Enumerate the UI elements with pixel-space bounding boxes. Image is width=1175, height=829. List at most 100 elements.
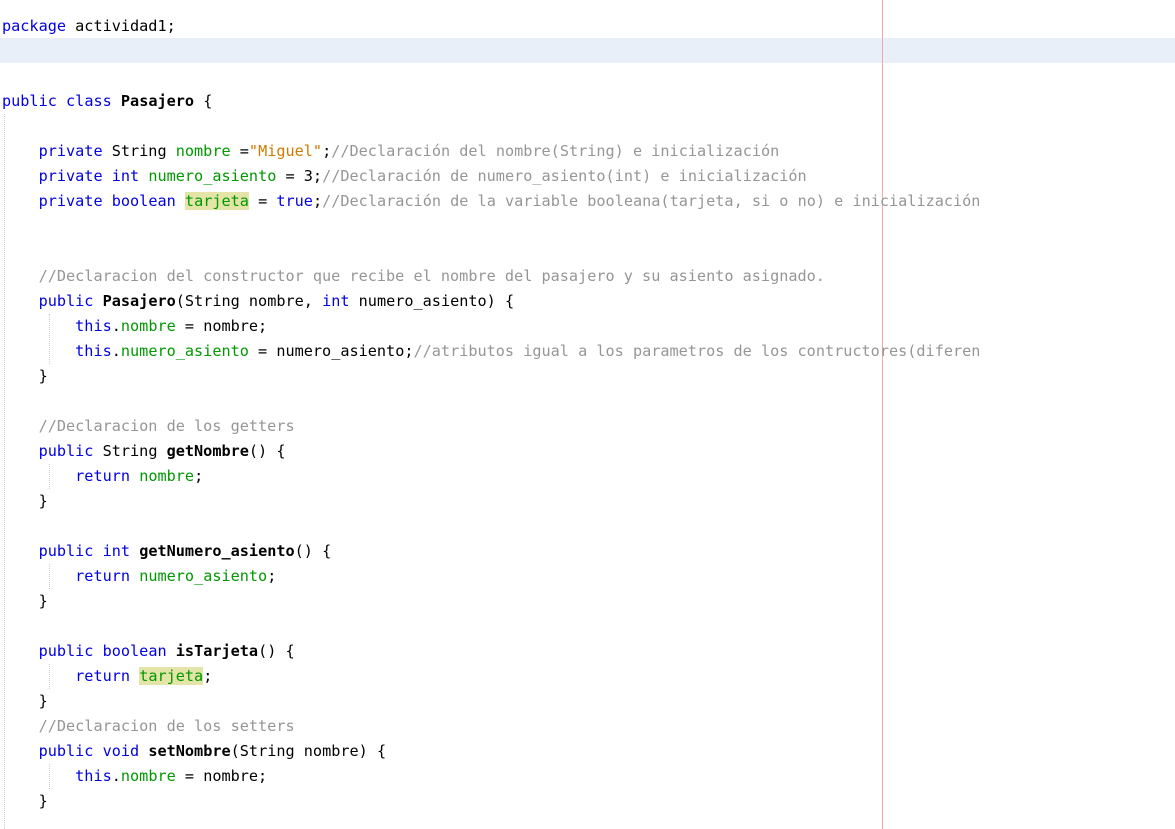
code-line[interactable]: public int getNumero_asiento() { bbox=[2, 539, 980, 564]
code-token: = numero_asiento; bbox=[248, 342, 414, 360]
code-token: //Declaración del nombre(String) e inici… bbox=[331, 142, 780, 160]
code-line[interactable]: //Declaracion del constructor que recibe… bbox=[2, 264, 980, 289]
code-token: numero_asiento) { bbox=[349, 292, 515, 310]
code-token: . bbox=[111, 342, 121, 360]
code-token: Pasajero bbox=[120, 92, 195, 110]
code-line[interactable]: package actividad1; bbox=[2, 14, 980, 39]
code-token: . bbox=[111, 317, 121, 335]
code-line[interactable]: public Pasajero(String nombre, int numer… bbox=[2, 289, 980, 314]
code-token: numero_asiento bbox=[148, 167, 277, 185]
code-token: = bbox=[230, 142, 249, 160]
code-token: private bbox=[38, 192, 103, 210]
code-token: getNombre bbox=[166, 442, 249, 460]
code-token: getNumero_asiento bbox=[139, 542, 295, 560]
code-token: public bbox=[38, 292, 94, 310]
code-line[interactable]: private int numero_asiento = 3;//Declara… bbox=[2, 164, 980, 189]
code-token: "Miguel" bbox=[248, 142, 323, 160]
code-line[interactable]: public String getNombre() { bbox=[2, 439, 980, 464]
code-line[interactable]: return nombre; bbox=[2, 464, 980, 489]
code-line[interactable]: return numero_asiento; bbox=[2, 564, 980, 589]
code-token: this bbox=[75, 342, 112, 360]
code-editor[interactable]: package actividad1; public class Pasajer… bbox=[0, 0, 1175, 829]
code-line[interactable] bbox=[2, 214, 980, 239]
code-token: void bbox=[102, 742, 140, 760]
code-token: public bbox=[38, 442, 94, 460]
code-token: private bbox=[38, 167, 103, 185]
code-line[interactable]: } bbox=[2, 589, 980, 614]
code-token: public bbox=[38, 542, 94, 560]
code-line[interactable] bbox=[2, 114, 980, 139]
code-token: = nombre; bbox=[175, 317, 268, 335]
code-line[interactable]: } bbox=[2, 689, 980, 714]
code-token: () { bbox=[248, 442, 286, 460]
code-token: package bbox=[2, 17, 67, 35]
code-token: public bbox=[38, 742, 94, 760]
code-line[interactable]: this.numero_asiento = numero_asiento;//a… bbox=[2, 339, 980, 364]
code-token: ; bbox=[322, 142, 332, 160]
code-token: this bbox=[75, 767, 112, 785]
code-token: () { bbox=[258, 642, 295, 660]
code-line[interactable]: //Declaracion de los setters bbox=[2, 714, 980, 739]
code-line[interactable] bbox=[2, 64, 980, 89]
code-token: { bbox=[194, 92, 213, 110]
code-token: nombre bbox=[175, 142, 231, 160]
code-line[interactable]: } bbox=[2, 789, 980, 814]
code-line[interactable] bbox=[2, 514, 980, 539]
code-line[interactable] bbox=[2, 239, 980, 264]
code-token: (String nombre, bbox=[175, 292, 323, 310]
code-token: return bbox=[75, 667, 131, 685]
code-text-area[interactable]: package actividad1; public class Pasajer… bbox=[2, 14, 980, 814]
code-line[interactable]: return tarjeta; bbox=[2, 664, 980, 689]
code-line[interactable]: this.nombre = nombre; bbox=[2, 314, 980, 339]
code-token: return bbox=[75, 567, 131, 585]
code-token: ; bbox=[203, 667, 213, 685]
code-line[interactable]: } bbox=[2, 489, 980, 514]
code-token: boolean bbox=[111, 192, 176, 210]
code-line[interactable]: } bbox=[2, 364, 980, 389]
code-line[interactable] bbox=[2, 614, 980, 639]
code-token: public bbox=[38, 642, 94, 660]
code-line[interactable] bbox=[2, 389, 980, 414]
code-token: nombre bbox=[120, 317, 176, 335]
code-token: class bbox=[66, 92, 112, 110]
code-token: String bbox=[93, 442, 167, 460]
code-line[interactable]: public void setNombre(String nombre) { bbox=[2, 739, 980, 764]
code-token: (String nombre) { bbox=[230, 742, 387, 760]
code-line[interactable]: private String nombre ="Miguel";//Declar… bbox=[2, 139, 980, 164]
code-token: return bbox=[75, 467, 131, 485]
code-line[interactable]: this.nombre = nombre; bbox=[2, 764, 980, 789]
code-token: nombre bbox=[139, 467, 195, 485]
code-line[interactable]: public class Pasajero { bbox=[2, 89, 980, 114]
code-line[interactable]: //Declaracion de los getters bbox=[2, 414, 980, 439]
code-line[interactable] bbox=[2, 39, 980, 64]
code-token: isTarjeta bbox=[175, 642, 259, 660]
code-line[interactable]: public boolean isTarjeta() { bbox=[2, 639, 980, 664]
code-token: } bbox=[2, 492, 48, 510]
code-line[interactable]: private boolean tarjeta = true;//Declara… bbox=[2, 189, 980, 214]
code-token: = bbox=[248, 192, 277, 210]
